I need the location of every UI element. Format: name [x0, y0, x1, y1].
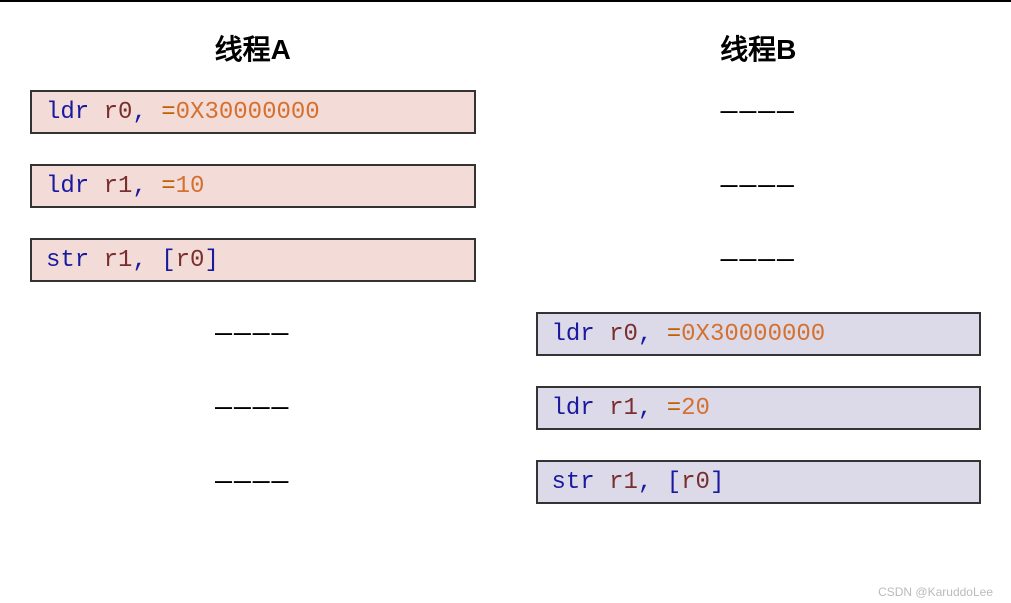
bracket-close: ]: [204, 247, 218, 274]
instruction: str: [46, 247, 89, 274]
row-a-2: str r1 , [ r0 ]: [30, 238, 476, 282]
register: r1: [609, 395, 638, 422]
comma: ,: [132, 247, 146, 274]
row-b-4: ldr r1 , = 20: [536, 386, 982, 430]
dash-placeholder: ————: [536, 97, 982, 128]
column-b-title: 线程B: [720, 28, 796, 68]
instruction: str: [552, 469, 595, 496]
dash-placeholder: ————: [536, 171, 982, 202]
equals: =: [161, 99, 175, 126]
code-box: ldr r0 , = 0X30000000: [536, 312, 982, 356]
register: r1: [104, 247, 133, 274]
row-b-2: ————: [536, 238, 982, 282]
bracket-open: [: [161, 247, 175, 274]
row-a-1: ldr r1 , = 10: [30, 164, 476, 208]
comma: ,: [638, 321, 652, 348]
row-a-5: ————: [30, 460, 476, 504]
code-box: str r1 , [ r0 ]: [30, 238, 476, 282]
equals: =: [667, 395, 681, 422]
instruction: ldr: [552, 321, 595, 348]
row-a-4: ————: [30, 386, 476, 430]
row-b-5: str r1 , [ r0 ]: [536, 460, 982, 504]
dash-placeholder: ————: [536, 245, 982, 276]
register: r0: [176, 247, 205, 274]
comma: ,: [638, 395, 652, 422]
instruction: ldr: [46, 173, 89, 200]
instruction: ldr: [46, 99, 89, 126]
comma: ,: [638, 469, 652, 496]
dash-placeholder: ————: [30, 393, 476, 424]
columns-container: 线程A ldr r0 , = 0X30000000 ldr r1 , = 10: [0, 0, 1011, 534]
row-a-0: ldr r0 , = 0X30000000: [30, 90, 476, 134]
dash-placeholder: ————: [30, 467, 476, 498]
bracket-close: ]: [710, 469, 724, 496]
dash-placeholder: ————: [30, 319, 476, 350]
code-box: str r1 , [ r0 ]: [536, 460, 982, 504]
code-box: ldr r0 , = 0X30000000: [30, 90, 476, 134]
watermark: CSDN @KaruddoLee: [878, 585, 993, 599]
value: 20: [681, 395, 710, 422]
row-a-3: ————: [30, 312, 476, 356]
column-a: 线程A ldr r0 , = 0X30000000 ldr r1 , = 10: [30, 28, 476, 534]
value: 10: [176, 173, 205, 200]
row-b-3: ldr r0 , = 0X30000000: [536, 312, 982, 356]
equals: =: [161, 173, 175, 200]
register: r0: [104, 99, 133, 126]
value: 0X30000000: [681, 321, 825, 348]
column-b: 线程B ———— ———— ———— ldr r0 , = 0X30000000…: [536, 28, 982, 534]
code-box: ldr r1 , = 10: [30, 164, 476, 208]
code-box: ldr r1 , = 20: [536, 386, 982, 430]
comma: ,: [132, 173, 146, 200]
row-b-0: ————: [536, 90, 982, 134]
instruction: ldr: [552, 395, 595, 422]
register: r1: [104, 173, 133, 200]
top-border: [0, 0, 1011, 2]
register: r0: [609, 321, 638, 348]
equals: =: [667, 321, 681, 348]
value: 0X30000000: [176, 99, 320, 126]
register: r0: [681, 469, 710, 496]
register: r1: [609, 469, 638, 496]
comma: ,: [132, 99, 146, 126]
row-b-1: ————: [536, 164, 982, 208]
column-a-title: 线程A: [215, 28, 291, 68]
bracket-open: [: [667, 469, 681, 496]
